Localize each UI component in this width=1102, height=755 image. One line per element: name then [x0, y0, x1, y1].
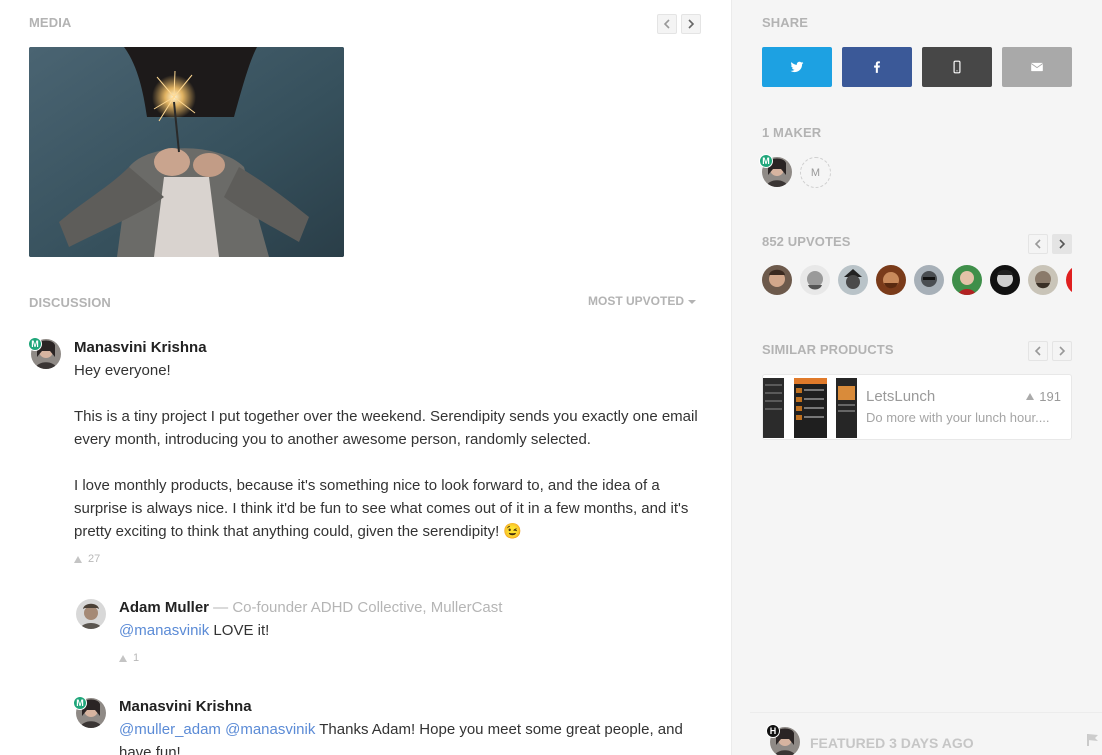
mail-icon: [1030, 62, 1044, 72]
reply-body: @muller_adam @manasvinik Thanks Adam! Ho…: [119, 718, 709, 755]
caret-down-icon: [688, 300, 697, 304]
comment-author[interactable]: Manasvini Krishna: [74, 339, 207, 356]
upvoter-avatar[interactable]: [952, 265, 982, 295]
media-nav: [657, 14, 701, 34]
mention-link[interactable]: @muller_adam @manasvinik: [119, 721, 315, 738]
chevron-left-icon: [1034, 239, 1041, 249]
upvote-arrow-icon: [119, 654, 127, 662]
reply-author[interactable]: Manasvini Krishna: [119, 698, 252, 715]
reply-author-role: — Co-founder ADHD Collective, MullerCast: [209, 599, 503, 616]
similar-product-screenshots: [763, 378, 857, 438]
comment-paragraph: I love monthly products, because it's so…: [74, 477, 689, 540]
upvoter-avatar[interactable]: [800, 265, 830, 295]
reply-author-line: Adam Muller — Co-founder ADHD Collective…: [119, 599, 502, 616]
upvoter-avatar[interactable]: [914, 265, 944, 295]
reply-vote-count: 1: [133, 652, 140, 664]
maker-badge: M: [73, 696, 87, 710]
similar-product-name: LetsLunch: [866, 388, 936, 405]
twitter-icon: [790, 61, 804, 73]
mention-link[interactable]: @manasvinik: [119, 622, 209, 639]
sparkler-photo: [29, 47, 344, 257]
similar-product-vote-count: 191: [1039, 389, 1061, 404]
similar-product-card[interactable]: LetsLunch 191 Do more with your lunch ho…: [762, 374, 1072, 440]
similar-title: SIMILAR PRODUCTS: [762, 342, 894, 357]
similar-product-votes: 191: [1026, 389, 1061, 404]
upvotes-prev-button[interactable]: [1028, 234, 1048, 254]
upvotes-next-button[interactable]: [1052, 234, 1072, 254]
similar-prev-button[interactable]: [1028, 341, 1048, 361]
upvoter-avatar[interactable]: [838, 265, 868, 295]
chevron-right-icon: [1059, 346, 1066, 356]
upvote-arrow-icon: [74, 555, 82, 563]
upvotes-title: 852 UPVOTES: [762, 234, 851, 249]
reply-upvote-button[interactable]: 1: [119, 652, 139, 664]
similar-nav: [1028, 341, 1072, 361]
email-share-button[interactable]: [1002, 47, 1072, 87]
upvoter-avatar[interactable]: [1028, 265, 1058, 295]
upvoter-list: [762, 265, 1072, 297]
maker-slot[interactable]: M: [800, 157, 831, 188]
featured-label: FEATURED 3 DAYS AGO: [810, 735, 974, 751]
reply-text: LOVE it!: [209, 622, 270, 639]
avatar[interactable]: [76, 599, 106, 629]
chevron-right-icon: [688, 19, 695, 29]
sort-dropdown[interactable]: MOST UPVOTED: [588, 294, 697, 308]
similar-product-tagline: Do more with your lunch hour....: [866, 410, 1050, 425]
discussion-title: DISCUSSION: [29, 295, 111, 310]
upvoter-avatar[interactable]: [1066, 265, 1072, 295]
comment-body: Hey everyone! This is a tiny project I p…: [74, 359, 704, 566]
media-prev-button[interactable]: [657, 14, 677, 34]
main-column: MEDIA DISCUSSION MOST UPVOTED M Manasvin…: [0, 0, 731, 755]
comment-paragraph: Hey everyone!: [74, 362, 171, 379]
sms-share-button[interactable]: [922, 47, 992, 87]
chevron-left-icon: [663, 19, 670, 29]
chevron-left-icon: [1034, 346, 1041, 356]
facebook-share-button[interactable]: [842, 47, 912, 87]
share-title: SHARE: [762, 15, 809, 30]
sort-label: MOST UPVOTED: [588, 294, 685, 308]
phone-icon: [953, 60, 961, 74]
media-title: MEDIA: [29, 15, 72, 30]
maker-badge: M: [28, 337, 42, 351]
upvote-arrow-icon: [1026, 393, 1035, 400]
upvotes-nav: [1028, 234, 1072, 254]
comment-upvote-button[interactable]: 27: [74, 553, 100, 565]
upvoter-avatar[interactable]: [762, 265, 792, 295]
comment-vote-count: 27: [88, 553, 101, 565]
share-buttons: [762, 47, 1072, 87]
media-next-button[interactable]: [681, 14, 701, 34]
hunter-badge: H: [766, 724, 780, 738]
reply-author[interactable]: Adam Muller: [119, 599, 209, 616]
upvoter-avatar[interactable]: [876, 265, 906, 295]
featured-bar: H FEATURED 3 DAYS AGO: [750, 712, 1102, 755]
reply-body: @manasvinik LOVE it!: [119, 619, 709, 642]
similar-next-button[interactable]: [1052, 341, 1072, 361]
chevron-right-icon: [1059, 239, 1066, 249]
flag-icon[interactable]: [1087, 733, 1100, 747]
twitter-share-button[interactable]: [762, 47, 832, 87]
maker-badge: M: [759, 154, 773, 168]
makers-title: 1 MAKER: [762, 125, 822, 140]
comment-paragraph: This is a tiny project I put together ov…: [74, 408, 698, 448]
media-thumbnail[interactable]: [29, 47, 344, 257]
upvoter-avatar[interactable]: [990, 265, 1020, 295]
facebook-icon: [874, 61, 880, 73]
